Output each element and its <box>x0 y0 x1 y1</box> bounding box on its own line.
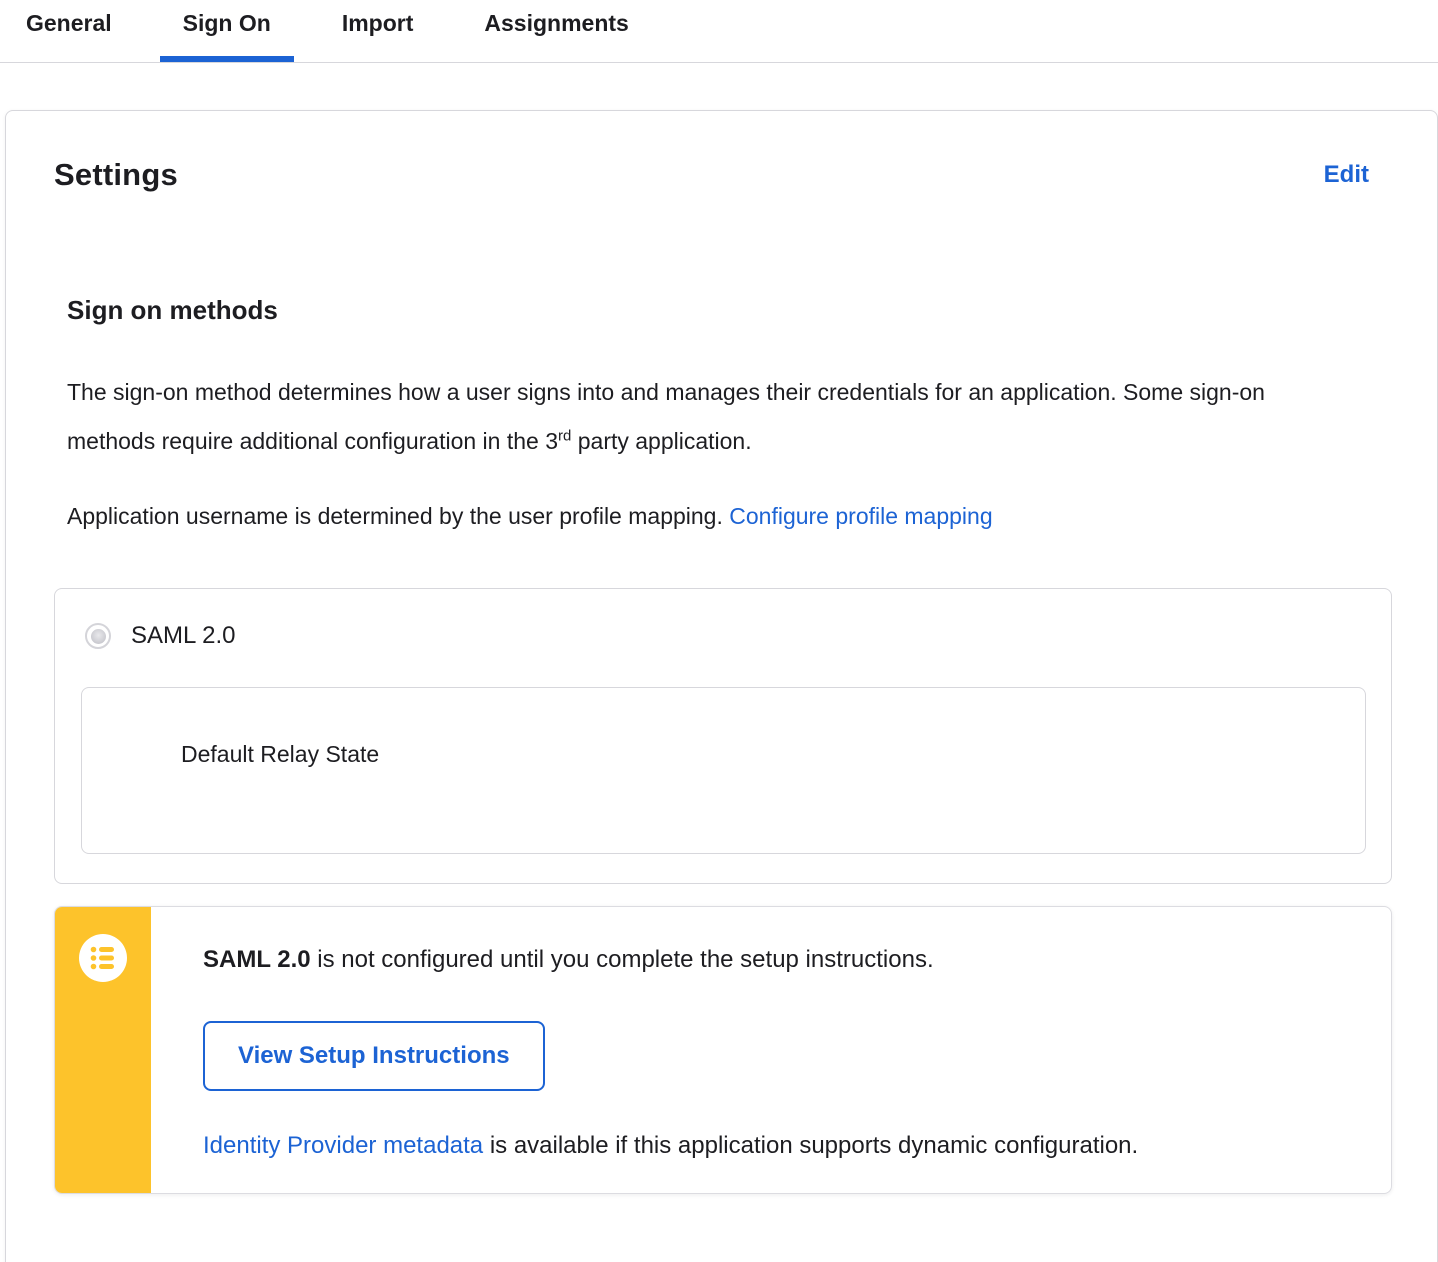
description-text-tail: party application. <box>571 428 752 454</box>
list-icon <box>79 934 127 987</box>
username-note: Application username is determined by th… <box>67 492 1307 541</box>
tab-assignments[interactable]: Assignments <box>461 0 651 61</box>
identity-provider-metadata-link[interactable]: Identity Provider metadata <box>203 1132 483 1159</box>
configure-profile-mapping-link[interactable]: Configure profile mapping <box>729 503 992 529</box>
default-relay-state-field: Default Relay State <box>81 687 1366 854</box>
sign-on-description: The sign-on method determines how a user… <box>67 368 1307 466</box>
edit-link[interactable]: Edit <box>1324 161 1369 189</box>
metadata-note: Identity Provider metadata is available … <box>203 1132 1391 1160</box>
default-relay-state-label: Default Relay State <box>181 741 380 767</box>
view-setup-instructions-button[interactable]: View Setup Instructions <box>203 1021 545 1091</box>
callout-message: SAML 2.0 is not configured until you com… <box>203 945 1391 975</box>
page-title: Settings <box>54 157 178 192</box>
callout-body: SAML 2.0 is not configured until you com… <box>151 907 1391 1193</box>
callout-message-bold: SAML 2.0 <box>203 946 311 973</box>
tab-import[interactable]: Import <box>319 0 437 61</box>
settings-card-header: Settings Edit <box>54 111 1389 193</box>
saml-method-box: SAML 2.0 Default Relay State <box>54 588 1392 884</box>
setup-instructions-callout: SAML 2.0 is not configured until you com… <box>54 906 1392 1194</box>
saml-radio[interactable] <box>85 623 111 649</box>
description-superscript: rd <box>558 427 572 445</box>
saml-radio-row: SAML 2.0 <box>85 622 1366 650</box>
settings-card: Settings Edit Sign on methods The sign-o… <box>5 110 1438 1262</box>
tab-bar: General Sign On Import Assignments <box>0 0 1438 63</box>
callout-message-rest: is not configured until you complete the… <box>310 946 934 973</box>
saml-radio-label[interactable]: SAML 2.0 <box>131 622 236 650</box>
sign-on-methods-heading: Sign on methods <box>67 295 278 325</box>
username-note-text: Application username is determined by th… <box>67 503 730 529</box>
callout-accent-bar <box>55 907 151 1193</box>
metadata-note-rest: is available if this application support… <box>483 1132 1139 1159</box>
saml-radio-dot <box>90 628 106 644</box>
tab-sign-on[interactable]: Sign On <box>159 0 295 62</box>
tab-general[interactable]: General <box>3 0 135 61</box>
